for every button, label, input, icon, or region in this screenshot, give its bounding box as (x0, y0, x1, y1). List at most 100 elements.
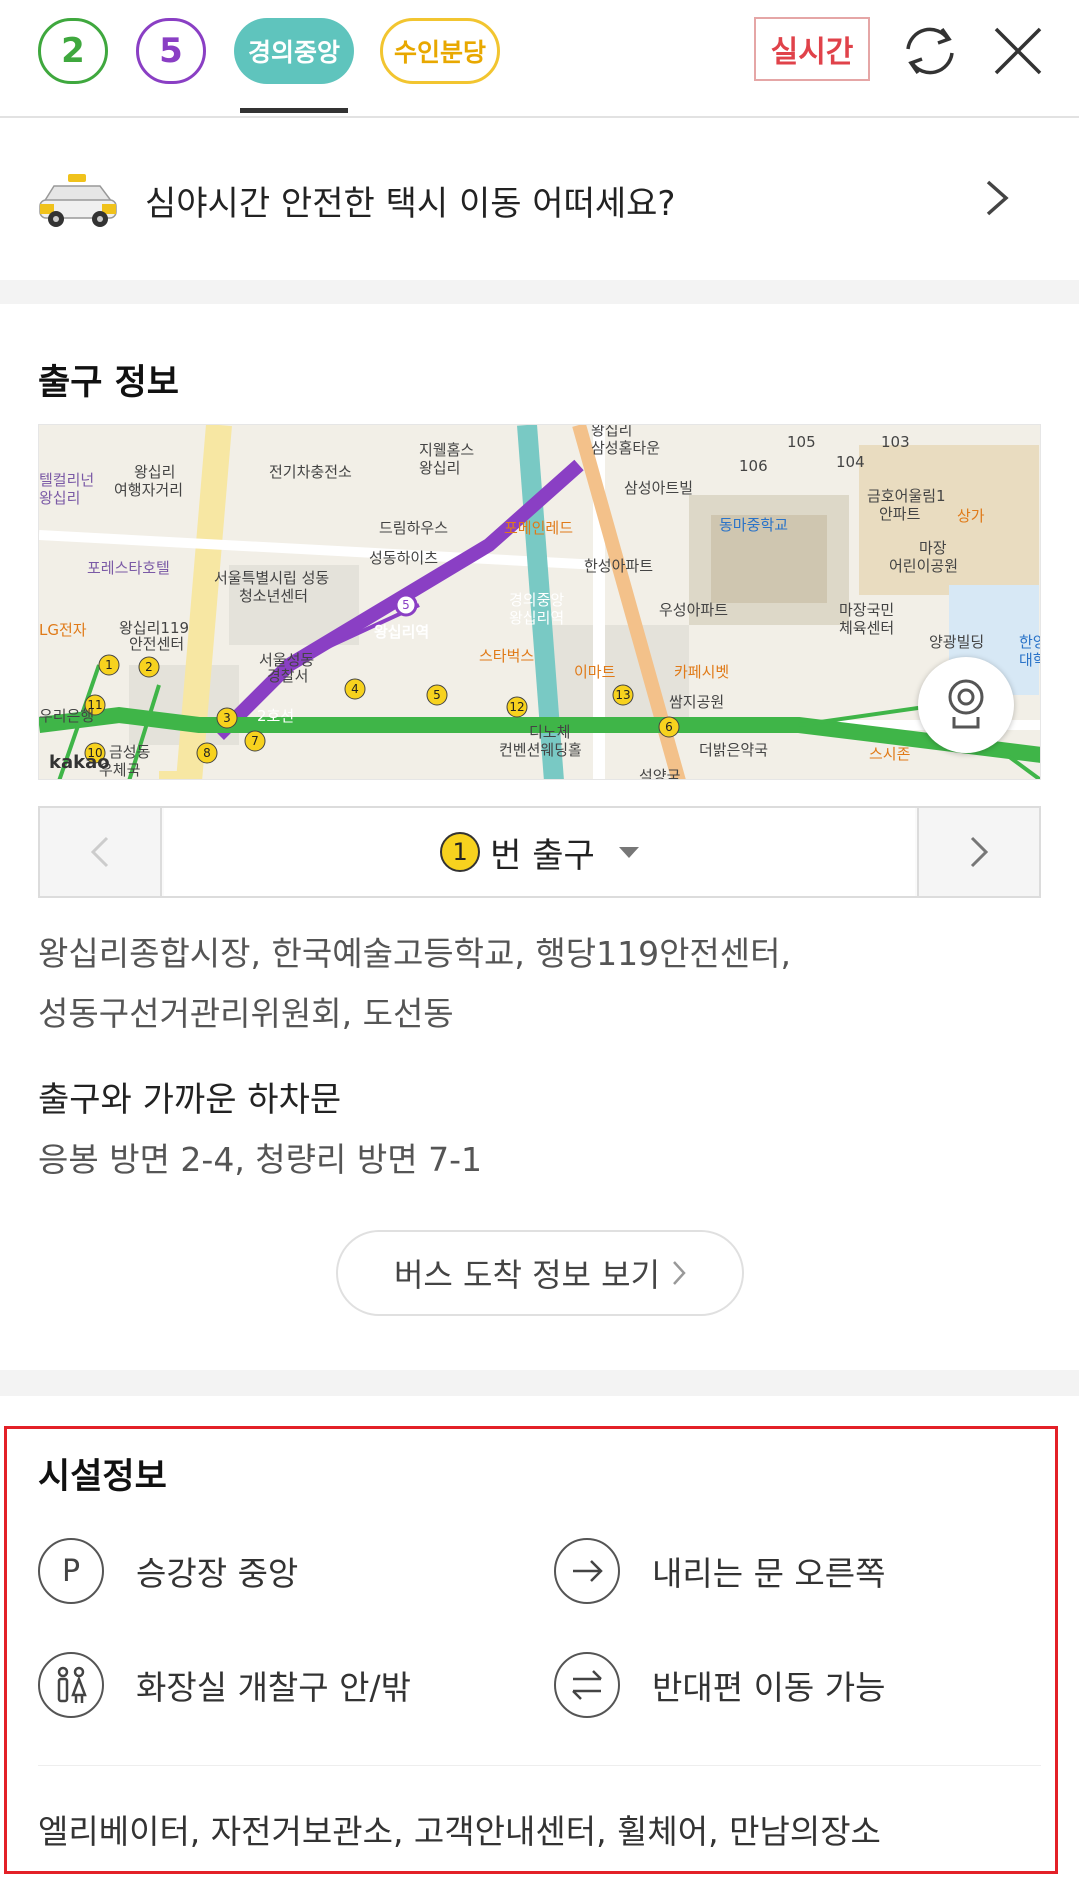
facility-item: P 승강장 중앙 (38, 1538, 298, 1604)
exit-info-title: 출구 정보 (38, 363, 179, 403)
caret-down-icon (618, 846, 639, 858)
parking-icon: P (38, 1538, 104, 1604)
svg-text:한양: 한양 (1019, 633, 1041, 651)
realtime-button[interactable]: 실시간 (754, 17, 870, 81)
svg-text:경의중앙: 경의중앙 (509, 591, 564, 609)
next-exit-button[interactable] (917, 808, 1039, 896)
active-tab-indicator (240, 108, 348, 113)
svg-text:4: 4 (351, 682, 359, 696)
svg-text:삼성홈타운: 삼성홈타운 (591, 439, 660, 457)
svg-text:청소년센터: 청소년센터 (239, 587, 308, 605)
svg-text:13: 13 (615, 688, 630, 702)
svg-text:금성동: 금성동 (109, 743, 151, 761)
facility-item: 내리는 문 오른쪽 (554, 1538, 886, 1604)
svg-text:여행자거리: 여행자거리 (114, 481, 183, 499)
svg-text:더밝은약국: 더밝은약국 (699, 741, 768, 759)
taxi-promo-banner[interactable]: 심야시간 안전한 택시 이동 어떠세요? (0, 120, 1079, 280)
svg-text:LG전자: LG전자 (39, 621, 87, 639)
facility-item: 화장실 개찰구 안/밖 (38, 1652, 411, 1718)
nearby-line-1: 왕십리종합시장, 한국예술고등학교, 행당119안전센터, (38, 934, 791, 973)
svg-text:금호어울림1: 금호어울림1 (867, 487, 946, 505)
facility-extra-list: 엘리베이터, 자전거보관소, 고객안내센터, 휠체어, 만남의장소 (38, 1812, 881, 1851)
svg-text:3: 3 (223, 711, 231, 725)
svg-text:5: 5 (402, 598, 410, 612)
refresh-icon[interactable] (893, 14, 967, 88)
svg-text:안전센터: 안전센터 (129, 635, 184, 653)
line-2-badge[interactable]: 2 (38, 18, 108, 84)
svg-text:105: 105 (787, 433, 816, 451)
svg-text:상가: 상가 (957, 507, 985, 525)
svg-text:왕십리: 왕십리 (591, 425, 632, 439)
facility-label: 승강장 중앙 (136, 1554, 299, 1593)
svg-text:체육센터: 체육센터 (839, 619, 894, 637)
roadview-button[interactable] (918, 657, 1014, 753)
exit-dropdown[interactable]: 1 번 출구 (164, 808, 915, 896)
promo-text: 심야시간 안전한 택시 이동 어떠세요? (145, 184, 676, 224)
nearby-places: 왕십리종합시장, 한국예술고등학교, 행당119안전센터, 성동구선거관리위원회… (38, 924, 791, 1044)
svg-text:컨벤션웨딩홀: 컨벤션웨딩홀 (499, 741, 582, 759)
arrow-right-icon (554, 1538, 620, 1604)
facility-divider (38, 1765, 1041, 1766)
svg-text:삼성아트빌: 삼성아트빌 (624, 479, 693, 497)
chevron-right-icon (673, 1261, 686, 1285)
svg-text:왕십리역: 왕십리역 (374, 623, 429, 641)
svg-text:2호선: 2호선 (257, 707, 294, 725)
svg-text:우성아파트: 우성아파트 (659, 601, 728, 619)
exit-map[interactable]: 1 2 3 4 5 6 7 8 11 12 13 10 5 지웰홈스 왕십리 왕십… (38, 424, 1041, 780)
svg-text:마장: 마장 (919, 539, 947, 557)
section-divider (0, 1370, 1079, 1396)
bus-stop-text: 응봉 방면 2-4, 청량리 방면 7-1 (38, 1140, 482, 1179)
svg-text:어린이공원: 어린이공원 (889, 557, 958, 575)
line-5-badge[interactable]: 5 (136, 18, 206, 84)
svg-text:대학: 대학 (1019, 651, 1041, 669)
facility-label: 화장실 개찰구 안/밖 (136, 1668, 411, 1707)
svg-text:드림하우스: 드림하우스 (379, 519, 448, 537)
line-gyeongui-badge[interactable]: 경의중앙 (234, 18, 354, 84)
svg-text:104: 104 (836, 453, 865, 471)
bus-arrival-label: 버스 도착 정보 보기 (393, 1256, 661, 1294)
restroom-icon (38, 1652, 104, 1718)
line-suin-bundang-badge[interactable]: 수인분당 (380, 18, 500, 84)
svg-text:6: 6 (665, 720, 673, 734)
svg-text:왕십리역: 왕십리역 (509, 609, 564, 627)
svg-text:카페시벳: 카페시벳 (674, 663, 729, 681)
svg-text:쌈지공원: 쌈지공원 (669, 693, 724, 711)
kakao-logo: kakao (49, 752, 110, 773)
svg-text:포레스타호텔: 포레스타호텔 (87, 559, 170, 577)
svg-text:P: P (62, 1554, 80, 1589)
svg-text:7: 7 (251, 734, 259, 748)
svg-text:경찰서: 경찰서 (267, 667, 308, 685)
svg-text:성동하이츠: 성동하이츠 (369, 549, 438, 567)
svg-text:한성아파트: 한성아파트 (584, 557, 653, 575)
svg-text:동마중학교: 동마중학교 (719, 516, 788, 534)
svg-text:12: 12 (509, 700, 524, 714)
header: 2 5 경의중앙 수인분당 실시간 (0, 0, 1079, 118)
svg-text:포메인레드: 포메인레드 (504, 519, 573, 537)
exit-selector: 1 번 출구 (38, 806, 1041, 898)
bus-arrival-button[interactable]: 버스 도착 정보 보기 (336, 1230, 744, 1316)
svg-text:양광빌딩: 양광빌딩 (929, 633, 984, 651)
swap-icon (554, 1652, 620, 1718)
svg-text:디노체: 디노체 (529, 723, 570, 741)
exit-number-badge: 1 (440, 832, 481, 872)
prev-exit-button[interactable] (40, 808, 162, 896)
svg-text:안파트: 안파트 (879, 505, 921, 523)
svg-text:왕십리: 왕십리 (419, 459, 460, 477)
bus-stop-title: 출구와 가까운 하차문 (38, 1080, 342, 1120)
svg-text:텔컬리넌: 텔컬리넌 (39, 471, 94, 489)
facility-label: 반대편 이동 가능 (652, 1668, 886, 1707)
svg-text:우리은행: 우리은행 (39, 707, 94, 725)
svg-text:마장국민: 마장국민 (839, 601, 894, 619)
svg-text:1: 1 (105, 658, 113, 672)
facility-title: 시설정보 (38, 1457, 167, 1497)
svg-text:왕십리: 왕십리 (39, 489, 80, 507)
section-divider (0, 280, 1079, 304)
svg-text:전기차충전소: 전기차충전소 (269, 463, 352, 481)
svg-text:2: 2 (145, 660, 153, 674)
facility-label: 내리는 문 오른쪽 (652, 1554, 886, 1593)
svg-text:5: 5 (433, 688, 441, 702)
close-icon[interactable] (981, 14, 1055, 88)
taxi-icon (38, 172, 118, 228)
svg-text:8: 8 (203, 746, 211, 760)
svg-text:서울특별시립 성동: 서울특별시립 성동 (214, 569, 329, 587)
